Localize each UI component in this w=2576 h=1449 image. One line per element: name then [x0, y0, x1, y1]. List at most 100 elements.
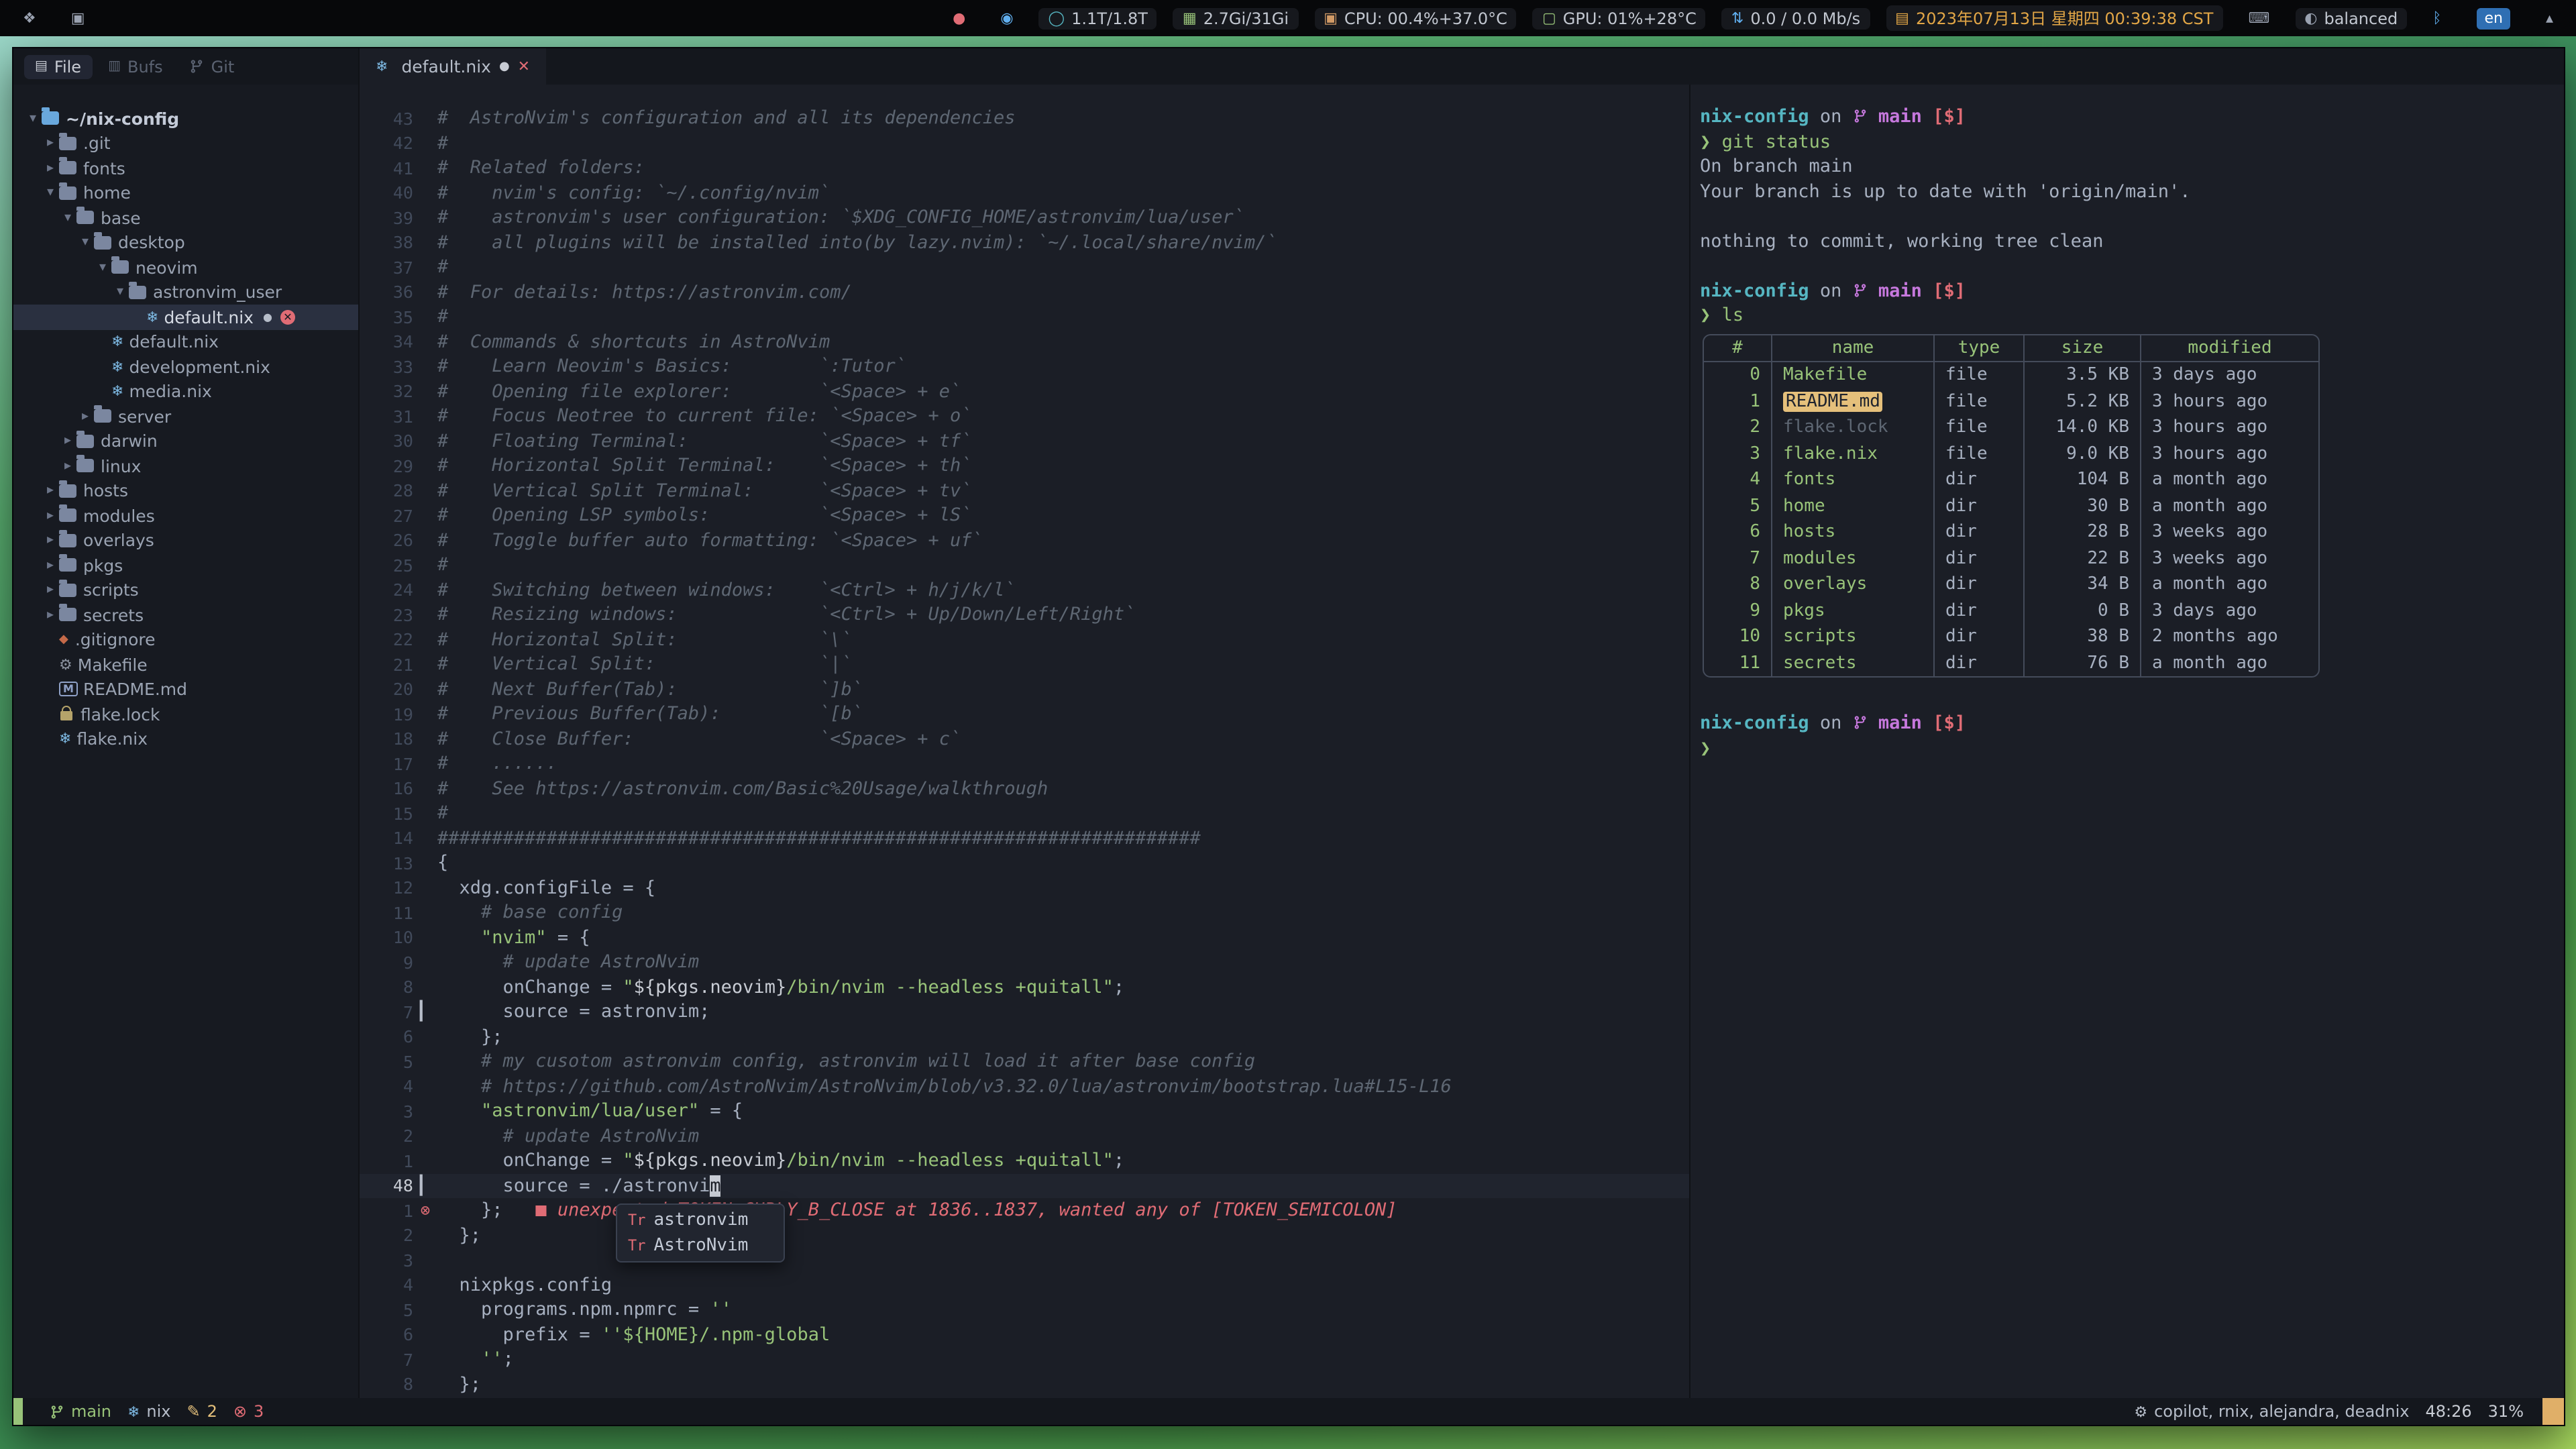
gpu-usage[interactable]: ▢GPU: 01%+28°C	[1533, 7, 1706, 29]
neotree-tab-file[interactable]: ▤File	[24, 54, 92, 78]
keyboard-indicator[interactable]: ⌨	[2239, 9, 2279, 27]
tree-item-astronvim_user[interactable]: ▾astronvim_user	[13, 280, 358, 305]
show-desktop[interactable]: ▣	[62, 9, 95, 27]
editor-line[interactable]: 29# Horizontal Split Terminal: `<Space> …	[360, 453, 1689, 478]
buffer-tab-default-nix[interactable]: ❄ default.nix ● ✕	[360, 48, 546, 85]
editor-line[interactable]: 2 };	[360, 1223, 1689, 1248]
neotree-tab-bufs[interactable]: ▥Bufs	[97, 54, 174, 78]
tray-expander[interactable]: ▴	[2536, 9, 2563, 27]
editor-line[interactable]: 13{	[360, 851, 1689, 875]
tree-item-neovim[interactable]: ▾neovim	[13, 255, 358, 280]
keyboard-layout[interactable]: en	[2467, 6, 2520, 30]
editor-line[interactable]: 19# Previous Buffer(Tab): `[b`	[360, 702, 1689, 727]
editor-line[interactable]: 6 };	[360, 1024, 1689, 1049]
editor-line[interactable]: 28# Vertical Split Terminal: `<Space> + …	[360, 478, 1689, 503]
tree-item-.git[interactable]: ▸.git	[13, 131, 358, 156]
editor-line[interactable]: 12 xdg.configFile = {	[360, 875, 1689, 900]
tree-item-nix-config[interactable]: ▾~/nix-config	[13, 106, 358, 131]
editor-line[interactable]: 14######################################…	[360, 826, 1689, 851]
clock[interactable]: ▤2023年07月13日 星期四 00:39:38 CST	[1886, 5, 2222, 31]
tree-item-development.nix[interactable]: ❄development.nix	[13, 354, 358, 379]
editor-line[interactable]: 32# Opening file explorer: `<Space> + e`	[360, 379, 1689, 404]
tree-item-modules[interactable]: ▸modules	[13, 503, 358, 528]
editor-line[interactable]: 35#	[360, 305, 1689, 329]
statusline-git-branch[interactable]: main	[50, 1402, 111, 1421]
editor-line[interactable]: 39# astronvim's user configuration: `$XD…	[360, 205, 1689, 230]
editor-line[interactable]: 40# nvim's config: `~/.config/nvim`	[360, 180, 1689, 205]
tree-item-media.nix[interactable]: ❄media.nix	[13, 379, 358, 404]
editor-line[interactable]: 5 programs.npm.npmrc = ''	[360, 1297, 1689, 1322]
editor-line[interactable]: 41# Related folders:	[360, 156, 1689, 180]
editor-line[interactable]: 6 prefix = ''${HOME}/.npm-global	[360, 1322, 1689, 1347]
disk-usage[interactable]: ◯1.1T/1.8T	[1039, 7, 1157, 29]
tree-item-default.nix[interactable]: ❄default.nix●✕	[13, 305, 358, 329]
launcher[interactable]: ❖	[13, 9, 46, 27]
editor-line[interactable]: 9 # update AstroNvim	[360, 950, 1689, 975]
editor-pane[interactable]: 43# AstroNvim's configuration and all it…	[360, 85, 1689, 1398]
tree-item-darwin[interactable]: ▸darwin	[13, 429, 358, 453]
tree-item-flake.nix[interactable]: ❄flake.nix	[13, 727, 358, 751]
editor-line[interactable]: 17# ......	[360, 751, 1689, 776]
editor-line[interactable]: 3 "astronvim/lua/user" = {	[360, 1099, 1689, 1124]
tree-item-linux[interactable]: ▸linux	[13, 453, 358, 478]
editor-line[interactable]: 1 onChange = "${pkgs.neovim}/bin/nvim --…	[360, 1148, 1689, 1173]
editor-line[interactable]: 2 # update AstroNvim	[360, 1124, 1689, 1148]
editor-line[interactable]: 16# See https://astronvim.com/Basic%20Us…	[360, 776, 1689, 801]
tree-item-pkgs[interactable]: ▸pkgs	[13, 553, 358, 578]
editor-line[interactable]: 25#	[360, 553, 1689, 578]
tree-item-.gitignore[interactable]: ◆.gitignore	[13, 627, 358, 652]
editor-line[interactable]: 20# Next Buffer(Tab): `]b`	[360, 677, 1689, 702]
tree-item-secrets[interactable]: ▸secrets	[13, 602, 358, 627]
tree-item-desktop[interactable]: ▾desktop	[13, 230, 358, 255]
editor-line[interactable]: 5 # my cusotom astronvim config, astronv…	[360, 1049, 1689, 1074]
editor-line[interactable]: 15#	[360, 801, 1689, 826]
editor-line[interactable]: 18# Close Buffer: `<Space> + c`	[360, 727, 1689, 751]
editor-line[interactable]: 4 # https://github.com/AstroNvim/AstroNv…	[360, 1074, 1689, 1099]
tree-item-fonts[interactable]: ▸fonts	[13, 156, 358, 180]
neotree-tab-git[interactable]: Git	[179, 54, 246, 78]
editor-line[interactable]: 36# For details: https://astronvim.com/	[360, 280, 1689, 305]
editor-line[interactable]: 8 onChange = "${pkgs.neovim}/bin/nvim --…	[360, 975, 1689, 1000]
editor-line[interactable]: 26# Toggle buffer auto formatting: `<Spa…	[360, 528, 1689, 553]
completion-item[interactable]: TrAstroNvim	[617, 1233, 784, 1258]
bluetooth[interactable]: ᛒ	[2423, 9, 2451, 27]
editor-line[interactable]: 42#	[360, 131, 1689, 156]
statusline-warnings[interactable]: ✎ 2	[187, 1402, 217, 1421]
network-speed[interactable]: ⇅0.0 / 0.0 Mb/s	[1722, 7, 1870, 29]
editor-line[interactable]: 21# Vertical Split: `|`	[360, 652, 1689, 677]
tree-item-hosts[interactable]: ▸hosts	[13, 478, 358, 503]
editor-line[interactable]: 37#	[360, 255, 1689, 280]
editor-cursor-line[interactable]: 48▎ source = ./astronvim	[360, 1173, 1689, 1198]
tree-item-Makefile[interactable]: ⚙Makefile	[13, 652, 358, 677]
proxy-indicator[interactable]: ◉	[991, 9, 1022, 27]
editor-line[interactable]: 33# Learn Neovim's Basics: `:Tutor`	[360, 354, 1689, 379]
recording-indicator[interactable]: ●	[943, 9, 975, 27]
tree-item-overlays[interactable]: ▸overlays	[13, 528, 358, 553]
tree-item-scripts[interactable]: ▸scripts	[13, 578, 358, 602]
editor-line[interactable]: 22# Horizontal Split: `\`	[360, 627, 1689, 652]
cpu-usage[interactable]: ▣CPU: 00.4%+37.0°C	[1314, 7, 1517, 29]
editor-line[interactable]: 7 '';	[360, 1347, 1689, 1372]
editor-line[interactable]: 23# Resizing windows: `<Ctrl> + Up/Down/…	[360, 602, 1689, 627]
tree-item-home[interactable]: ▾home	[13, 180, 358, 205]
editor-line[interactable]: 43# AstroNvim's configuration and all it…	[360, 106, 1689, 131]
editor-line[interactable]: 10 "nvim" = {	[360, 925, 1689, 950]
tree-item-server[interactable]: ▸server	[13, 404, 358, 429]
memory-usage[interactable]: ▦2.7Gi/31Gi	[1173, 7, 1298, 29]
tree-item-README.md[interactable]: MREADME.md	[13, 677, 358, 702]
tree-item-default.nix[interactable]: ❄default.nix	[13, 329, 358, 354]
editor-line[interactable]: 3	[360, 1248, 1689, 1273]
editor-line[interactable]: 8 };	[360, 1372, 1689, 1397]
terminal-pane[interactable]: nix-config on main [$]❯ git statusOn bra…	[1689, 85, 2564, 1398]
tree-item-flake.lock[interactable]: flake.lock	[13, 702, 358, 727]
editor-line[interactable]: 11 # base config	[360, 900, 1689, 925]
power-profile[interactable]: ◐balanced	[2295, 7, 2407, 29]
tree-item-base[interactable]: ▾base	[13, 205, 358, 230]
editor-line[interactable]: 31# Focus Neotree to current file: `<Spa…	[360, 404, 1689, 429]
editor-line[interactable]: 4 nixpkgs.config	[360, 1273, 1689, 1297]
editor-line[interactable]: 30# Floating Terminal: `<Space> + tf`	[360, 429, 1689, 453]
close-icon[interactable]: ✕	[518, 58, 530, 75]
editor-line[interactable]: 27# Opening LSP symbols: `<Space> + lS`	[360, 503, 1689, 528]
editor-line[interactable]: 24# Switching between windows: `<Ctrl> +…	[360, 578, 1689, 602]
editor-line[interactable]: 38# all plugins will be installed into(b…	[360, 230, 1689, 255]
